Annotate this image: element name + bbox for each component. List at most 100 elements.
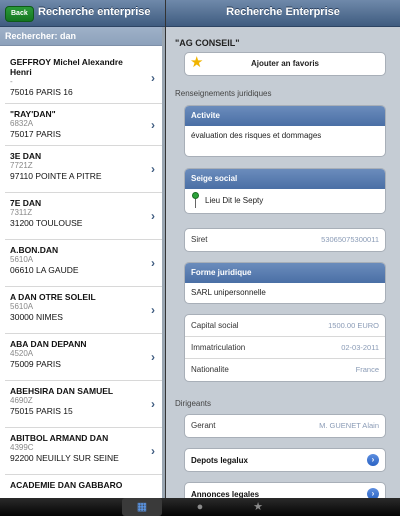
- chevron-right-icon[interactable]: ›: [367, 454, 379, 466]
- capital-value: 1500.00 EURO: [328, 321, 379, 330]
- seat-card: Seige social Lieu Dit le Septy: [184, 168, 386, 214]
- company-name: A.BON.DAN: [10, 245, 59, 255]
- capital-row: Capital social 1500.00 EURO: [185, 315, 385, 337]
- list-item[interactable]: ACADEMIE DAN GABBARO: [5, 475, 162, 498]
- list-item[interactable]: 7E DAN 7311Z 31200 TOULOUSE ›: [5, 193, 162, 240]
- capital-label: Capital social: [191, 321, 239, 330]
- company-code: 4399C: [10, 443, 34, 452]
- star-icon: ★: [253, 501, 263, 513]
- company-code: 4520A: [10, 349, 34, 358]
- add-favorite-button[interactable]: ★ Ajouter an favoris: [185, 53, 385, 75]
- announcements-card[interactable]: Annonces legales ›: [184, 482, 386, 498]
- company-facts-card: Capital social 1500.00 EURO Immatriculat…: [184, 314, 386, 382]
- add-favorite-label: Ajouter an favoris: [250, 59, 319, 68]
- company-name-heading: "AG CONSEIL": [175, 38, 240, 48]
- company-city: 06610 LA GAUDE: [10, 265, 79, 275]
- legal-deposits-button[interactable]: Depots legalux ›: [185, 449, 385, 471]
- chevron-right-icon: ›: [151, 117, 155, 132]
- siret-card: Siret 53065075300011: [184, 228, 386, 252]
- registration-value: 02-03-2011: [341, 343, 379, 352]
- company-name: ABITBOL ARMAND DAN: [10, 433, 109, 443]
- manager-label: Gerant: [191, 421, 216, 430]
- left-navbar: Back Recherche enterprise: [0, 0, 165, 27]
- nationality-value: France: [355, 365, 379, 374]
- left-title: Recherche enterprise: [38, 6, 151, 18]
- map-pin-icon: [191, 192, 199, 210]
- manager-card: Gerant M. GUENET Alain: [184, 414, 386, 438]
- company-city: 97110 POINTE A PITRE: [10, 171, 102, 181]
- person-icon: ●: [196, 501, 204, 513]
- activity-header: Activite: [185, 106, 385, 126]
- results-list: GEFFROY Michel Alexandre Henri - 75016 P…: [5, 52, 162, 498]
- back-button[interactable]: Back: [5, 6, 34, 22]
- chevron-right-icon: ›: [151, 256, 155, 270]
- legal-announcements-button[interactable]: Annonces legales ›: [185, 483, 385, 498]
- list-item[interactable]: A.BON.DAN 5610A 06610 LA GAUDE ›: [5, 240, 162, 287]
- search-query-label[interactable]: Rechercher: dan: [0, 27, 165, 46]
- company-city: 30000 NIMES: [10, 312, 63, 322]
- nationality-row: Nationalite France: [185, 359, 385, 381]
- seat-header: Seige social: [185, 169, 385, 189]
- list-item[interactable]: GEFFROY Michel Alexandre Henri - 75016 P…: [5, 52, 162, 104]
- chevron-right-icon[interactable]: ›: [367, 488, 379, 498]
- managers-section-title: Dirigeants: [175, 399, 212, 408]
- siret-value: 53065075300011: [321, 235, 379, 244]
- activity-text: évaluation des risques et dommages: [191, 131, 322, 140]
- legal-form-text: SARL unipersonnelle: [191, 288, 266, 297]
- company-name: GEFFROY Michel Alexandre Henri: [10, 57, 123, 77]
- company-name: ABEHSIRA DAN SAMUEL: [10, 386, 114, 396]
- company-city: 75015 PARIS 15: [10, 406, 73, 416]
- app-screen: Back Recherche enterprise Rechercher: da…: [0, 0, 400, 516]
- list-item[interactable]: "RAY'DAN" 6832A 75017 PARIS ›: [5, 104, 162, 146]
- company-code: 6832A: [10, 119, 34, 128]
- company-city: 31200 TOULOUSE: [10, 218, 83, 228]
- list-item[interactable]: ABITBOL ARMAND DAN 4399C 92200 NEUILLY S…: [5, 428, 162, 475]
- right-title: Recherche Enterprise: [226, 6, 340, 18]
- company-name: "RAY'DAN": [10, 109, 56, 119]
- list-item[interactable]: 3E DAN 7721Z 97110 POINTE A PITRE ›: [5, 146, 162, 193]
- company-name: 3E DAN: [10, 151, 42, 161]
- chevron-right-icon: ›: [151, 162, 155, 176]
- tab-bar: ▦ ● ★: [0, 498, 400, 516]
- legal-form-card: Forme juridique SARL unipersonnelle: [184, 262, 386, 304]
- legal-section-title: Renseignements juridiques: [175, 89, 272, 98]
- company-code: 4690Z: [10, 396, 33, 405]
- company-code: 7311Z: [10, 208, 33, 217]
- legal-form-header: Forme juridique: [185, 263, 385, 283]
- legal-deposits-label: Depots legalux: [191, 456, 248, 465]
- company-city: 75016 PARIS 16: [10, 87, 73, 97]
- tab-favorites[interactable]: ★: [238, 498, 278, 516]
- activity-card: Activite évaluation des risques et domma…: [184, 105, 386, 157]
- manager-row: Gerant M. GUENET Alain: [185, 415, 385, 437]
- company-code: 5610A: [10, 302, 34, 311]
- search-results-panel: Back Recherche enterprise Rechercher: da…: [0, 0, 165, 498]
- chevron-right-icon: ›: [151, 70, 155, 85]
- chevron-right-icon: ›: [151, 303, 155, 317]
- seat-address-row[interactable]: Lieu Dit le Septy: [185, 189, 385, 213]
- list-item[interactable]: A DAN OTRE SOLEIL 5610A 30000 NIMES ›: [5, 287, 162, 334]
- list-item[interactable]: ABEHSIRA DAN SAMUEL 4690Z 75015 PARIS 15…: [5, 381, 162, 428]
- siret-label: Siret: [191, 235, 208, 244]
- chevron-right-icon: ›: [151, 350, 155, 364]
- company-city: 92200 NEUILLY SUR SEINE: [10, 453, 119, 463]
- list-item[interactable]: ABA DAN DEPANN 4520A 75009 PARIS ›: [5, 334, 162, 381]
- company-city: 75009 PARIS: [10, 359, 61, 369]
- chevron-right-icon: ›: [151, 397, 155, 411]
- company-code: 5610A: [10, 255, 34, 264]
- company-name: 7E DAN: [10, 198, 42, 208]
- chevron-right-icon: ›: [151, 209, 155, 223]
- company-name: ACADEMIE DAN GABBARO: [10, 480, 123, 490]
- manager-value: M. GUENET Alain: [319, 421, 379, 430]
- seat-address: Lieu Dit le Septy: [205, 196, 264, 205]
- tab-search[interactable]: ▦: [122, 498, 162, 516]
- nationality-label: Nationalite: [191, 365, 229, 374]
- company-detail-panel: Recherche Enterprise "AG CONSEIL" ★ Ajou…: [165, 0, 400, 498]
- registration-row: Immatriculation 02-03-2011: [185, 337, 385, 359]
- company-city: 75017 PARIS: [10, 129, 61, 139]
- favorite-card[interactable]: ★ Ajouter an favoris: [184, 52, 386, 76]
- siret-row: Siret 53065075300011: [185, 229, 385, 251]
- company-name: A DAN OTRE SOLEIL: [10, 292, 96, 302]
- deposits-card[interactable]: Depots legalux ›: [184, 448, 386, 472]
- tab-profile[interactable]: ●: [180, 498, 220, 516]
- buildings-icon: ▦: [136, 501, 148, 513]
